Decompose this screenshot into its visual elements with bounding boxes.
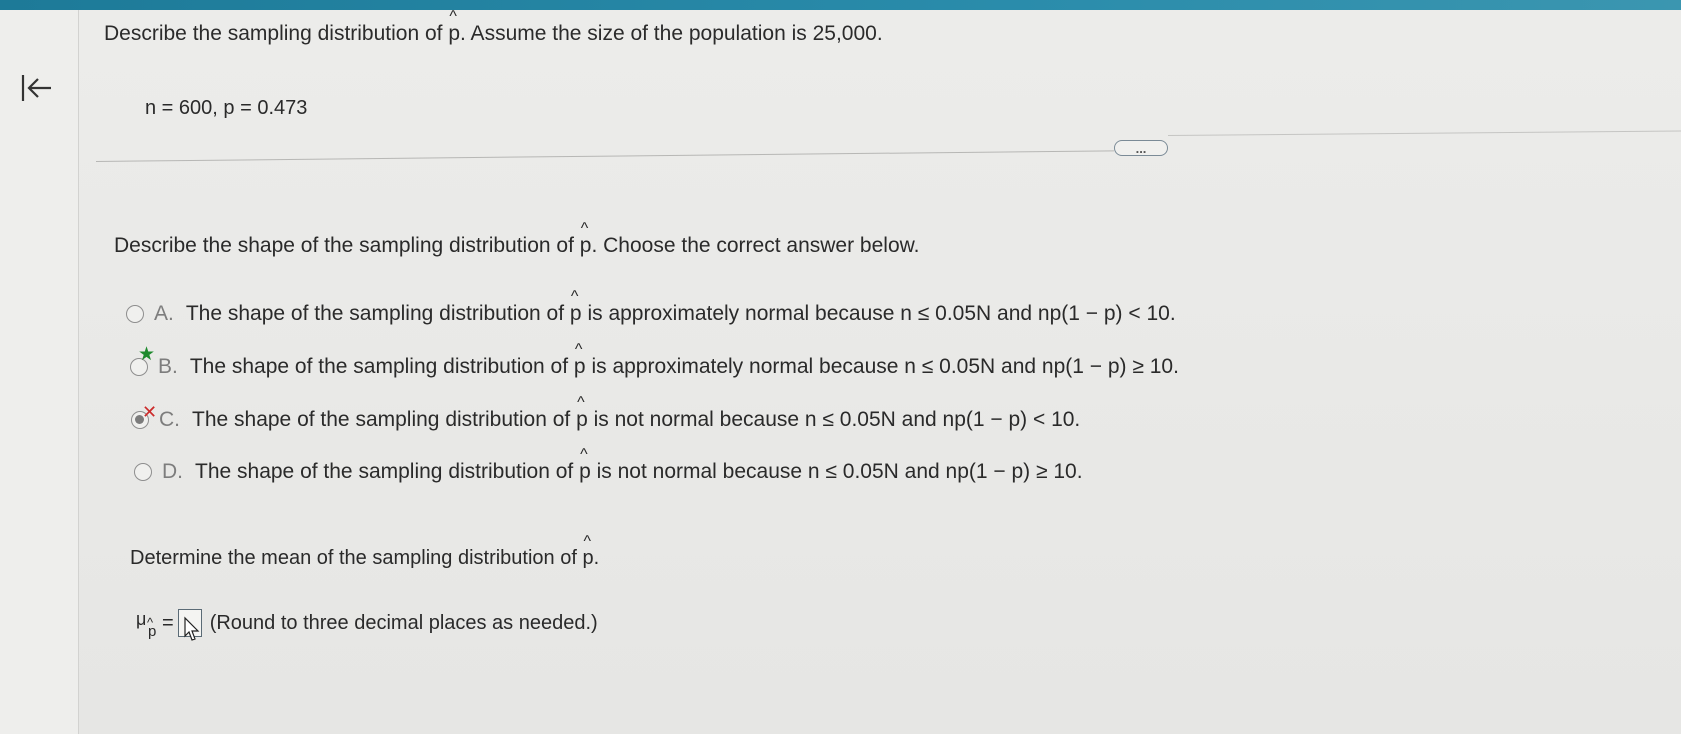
top-accent-bar <box>0 0 1681 10</box>
choice-prefix: The shape of the sampling distribution o… <box>185 302 565 325</box>
shape-question: Describe the shape of the sampling distr… <box>114 220 920 258</box>
radio-a[interactable] <box>126 305 144 323</box>
rounding-hint: (Round to three decimal places as needed… <box>209 611 598 634</box>
choice-suffix: is not normal because n ≤ 0.05N and np(1… <box>596 460 1083 483</box>
choice-c[interactable]: C. The shape of the sampling distributio… <box>131 394 1081 436</box>
mu-p-hat-symbol: μ ^ p <box>134 603 160 643</box>
choice-prefix: The shape of the sampling distribution o… <box>192 408 571 431</box>
choice-letter: A. <box>154 302 174 325</box>
radio-d[interactable] <box>134 463 152 481</box>
p-hat-symbol: p <box>574 341 586 379</box>
choice-suffix: is approximately normal because n ≤ 0.05… <box>591 355 1179 378</box>
mean-answer-input[interactable] <box>177 609 202 641</box>
choice-d[interactable]: D. The shape of the sampling distributio… <box>134 446 1083 488</box>
expand-more-button[interactable]: ... <box>1114 140 1168 156</box>
correct-star-icon: ★ <box>138 344 156 365</box>
choice-letter: C. <box>159 408 180 431</box>
p-hat-symbol: p <box>579 446 591 484</box>
shape-question-prefix: Describe the shape of the sampling distr… <box>114 234 574 257</box>
choice-suffix: is approximately normal because n ≤ 0.05… <box>587 302 1176 325</box>
mean-question-prefix: Determine the mean of the sampling distr… <box>130 547 577 569</box>
mouse-pointer-icon <box>184 616 200 641</box>
mean-question: Determine the mean of the sampling distr… <box>130 533 600 570</box>
shape-question-suffix: . Choose the correct answer below. <box>591 234 920 257</box>
choice-prefix: The shape of the sampling distribution o… <box>195 460 574 483</box>
choice-a[interactable]: A. The shape of the sampling distributio… <box>126 288 1176 330</box>
p-hat-symbol: p <box>582 533 593 570</box>
mean-answer-row: μ ^ p = (Round to three decimal places a… <box>134 603 598 643</box>
equals-sign: = <box>162 611 174 634</box>
left-rail <box>0 10 78 734</box>
incorrect-x-icon: ✕ <box>142 402 158 422</box>
stem-prefix: Describe the sampling distribution of <box>104 22 443 45</box>
choice-prefix: The shape of the sampling distribution o… <box>189 355 569 378</box>
collapse-left-arrow-icon <box>21 75 51 101</box>
given-values: n = 600, p = 0.473 <box>145 97 308 119</box>
mu-letter: μ <box>136 609 147 629</box>
p-hat-symbol: p <box>580 220 592 258</box>
choice-b[interactable]: B. The shape of the sampling distributio… <box>130 341 1179 383</box>
mean-question-suffix: . <box>593 547 600 569</box>
choice-suffix: is not normal because n ≤ 0.05N and np(1… <box>593 408 1081 431</box>
stem-suffix: . Assume the size of the population is 2… <box>460 22 883 45</box>
problem-stem: Describe the sampling distribution of p.… <box>104 8 883 46</box>
subscript-p: p <box>148 623 157 640</box>
choice-letter: D. <box>162 460 183 483</box>
p-hat-symbol: p <box>576 394 588 432</box>
p-hat-symbol: p <box>570 288 582 326</box>
choice-letter: B. <box>158 355 178 378</box>
p-hat-symbol: p <box>448 8 460 46</box>
collapse-panel-button[interactable] <box>18 70 54 106</box>
